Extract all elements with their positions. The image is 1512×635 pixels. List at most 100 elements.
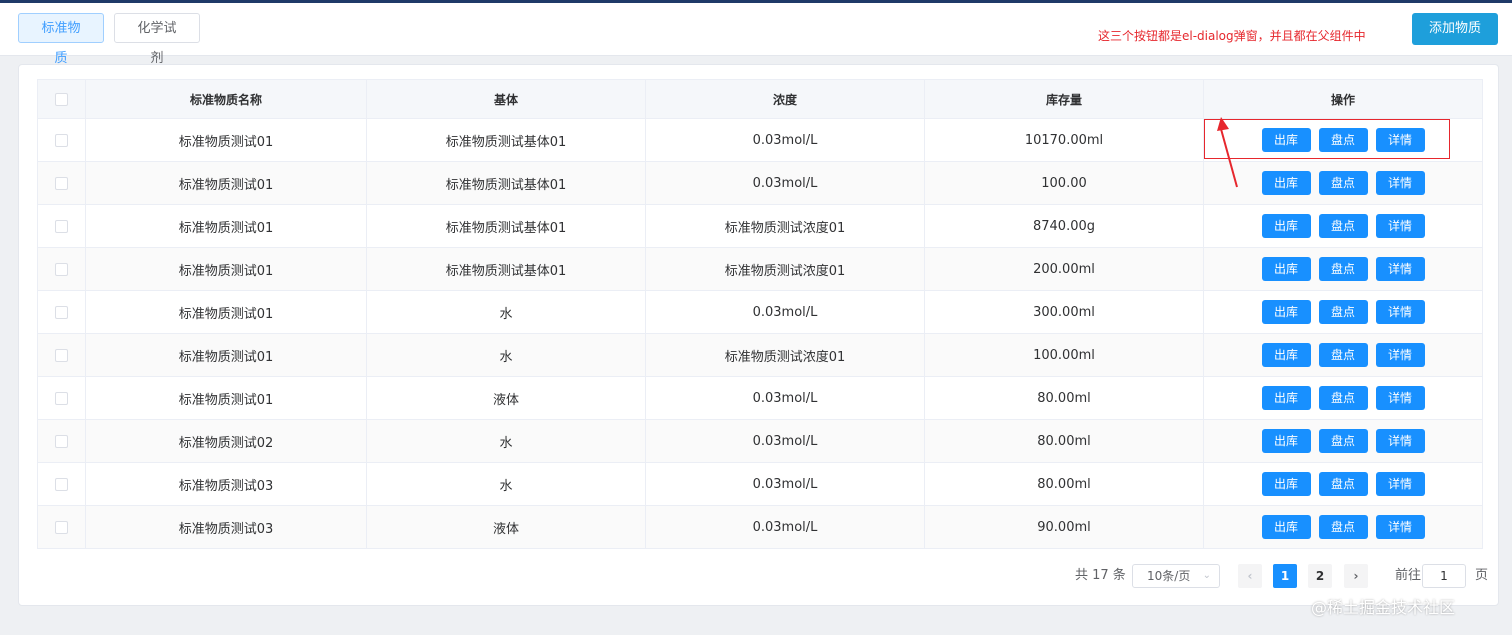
cell-concentration: 0.03mol/L <box>645 161 925 205</box>
details-button[interactable]: 详情 <box>1375 429 1425 453</box>
cell-stock: 90.00ml <box>924 505 1204 549</box>
details-button[interactable]: 详情 <box>1375 472 1425 496</box>
cell-stock: 100.00 <box>924 161 1204 205</box>
cell-actions: 出库 盘点 详情 <box>1203 247 1483 291</box>
page-size-select[interactable]: 10条/页 ⌄ <box>1132 564 1220 588</box>
column-header-name[interactable]: 标准物质名称 <box>85 79 367 119</box>
next-page-button[interactable]: › <box>1344 564 1368 588</box>
cell-stock: 10170.00ml <box>924 118 1204 162</box>
row-checkbox[interactable] <box>55 133 68 147</box>
cell-name: 标准物质测试03 <box>85 462 367 506</box>
checkout-button[interactable]: 出库 <box>1261 429 1311 453</box>
cell-actions: 出库 盘点 详情 <box>1203 376 1483 420</box>
cell-concentration: 0.03mol/L <box>645 376 925 420</box>
checkout-button[interactable]: 出库 <box>1261 472 1311 496</box>
details-button[interactable]: 详情 <box>1375 386 1425 410</box>
table-row: 标准物质测试01 标准物质测试基体01 0.03mol/L 100.00 出库 盘点 详情 <box>37 161 1483 205</box>
tab-chemical-reagent[interactable]: 化学试剂 <box>114 13 200 66</box>
column-header-matrix[interactable]: 基体 <box>366 79 646 119</box>
cell-stock: 200.00ml <box>924 247 1204 291</box>
row-select-cell <box>37 419 86 463</box>
details-button[interactable]: 详情 <box>1375 214 1425 238</box>
cell-name: 标准物质测试01 <box>85 290 367 334</box>
row-checkbox[interactable] <box>55 176 68 190</box>
add-substance-button[interactable]: 添加物质 <box>1412 13 1498 45</box>
details-button[interactable]: 详情 <box>1375 300 1425 324</box>
row-checkbox[interactable] <box>55 434 68 448</box>
inventory-button[interactable]: 盘点 <box>1318 343 1368 367</box>
tab-standard-substance[interactable]: 标准物质 <box>18 13 104 66</box>
table-row: 标准物质测试01 标准物质测试基体01 标准物质测试浓度01 8740.00g 出库 盘点… <box>37 204 1483 248</box>
checkout-button[interactable]: 出库 <box>1261 257 1311 281</box>
table-row: 标准物质测试03 水 0.03mol/L 80.00ml 出库 盘点 详情 <box>37 462 1483 506</box>
select-all-checkbox[interactable] <box>55 93 68 106</box>
inventory-button[interactable]: 盘点 <box>1318 257 1368 281</box>
cell-actions: 出库 盘点 详情 <box>1203 290 1483 334</box>
table-row: 标准物质测试01 水标准物质测试浓度01 100.00ml 出库 盘点 详情 <box>37 333 1483 377</box>
cell-name: 标准物质测试01 <box>85 118 367 162</box>
row-checkbox[interactable] <box>55 391 68 405</box>
cell-concentration: 0.03mol/L <box>645 290 925 334</box>
chevron-left-icon: ‹ <box>1247 569 1253 583</box>
cell-concentration: 标准物质测试浓度01 <box>645 247 925 291</box>
details-button[interactable]: 详情 <box>1375 515 1425 539</box>
column-header-stock[interactable]: 库存量 <box>924 79 1204 119</box>
row-checkbox[interactable] <box>55 262 68 276</box>
inventory-button[interactable]: 盘点 <box>1318 472 1368 496</box>
row-checkbox[interactable] <box>55 477 68 491</box>
table-card: 标准物质名称 基体 浓度 库存量 操作 标准物质测试01 标准物质测试基体01 0.… <box>18 64 1499 606</box>
details-button[interactable]: 详情 <box>1375 257 1425 281</box>
table-row: 标准物质测试01 水 0.03mol/L 300.00ml 出库 盘点 详情 <box>37 290 1483 334</box>
checkout-button[interactable]: 出库 <box>1261 515 1311 539</box>
inventory-button[interactable]: 盘点 <box>1318 515 1368 539</box>
cell-actions: 出库 盘点 详情 <box>1203 505 1483 549</box>
cell-matrix: 液体 <box>366 505 646 549</box>
chevron-right-icon: › <box>1353 569 1359 583</box>
page-suffix-label: 页 <box>1475 568 1489 583</box>
cell-name: 标准物质测试02 <box>85 419 367 463</box>
row-checkbox[interactable] <box>55 219 68 233</box>
page-2-button[interactable]: 2 <box>1308 564 1332 588</box>
checkout-button[interactable]: 出库 <box>1261 300 1311 324</box>
goto-label: 前往 <box>1395 568 1422 583</box>
cell-matrix: 标准物质测试基体01 <box>366 247 646 291</box>
checkout-button[interactable]: 出库 <box>1261 343 1311 367</box>
details-button[interactable]: 详情 <box>1375 171 1425 195</box>
page-1-button[interactable]: 1 <box>1273 564 1297 588</box>
inventory-button[interactable]: 盘点 <box>1318 214 1368 238</box>
row-checkbox[interactable] <box>55 520 68 534</box>
cell-concentration: 0.03mol/L <box>645 462 925 506</box>
cell-matrix: 标准物质测试基体01 <box>366 118 646 162</box>
prev-page-button[interactable]: ‹ <box>1238 564 1262 588</box>
row-select-cell <box>37 290 86 334</box>
table-row: 标准物质测试01 液体 0.03mol/L 80.00ml 出库 盘点 详情 <box>37 376 1483 420</box>
table-row: 标准物质测试02 水 0.03mol/L 80.00ml 出库 盘点 详情 <box>37 419 1483 463</box>
checkout-button[interactable]: 出库 <box>1261 214 1311 238</box>
cell-stock: 80.00ml <box>924 419 1204 463</box>
inventory-button[interactable]: 盘点 <box>1318 429 1368 453</box>
table-row: 标准物质测试01 标准物质测试基体01 标准物质测试浓度01 200.00ml 出库 盘点… <box>37 247 1483 291</box>
row-select-cell <box>37 462 86 506</box>
details-button[interactable]: 详情 <box>1375 343 1425 367</box>
inventory-button[interactable]: 盘点 <box>1318 386 1368 410</box>
cell-name: 标准物质测试01 <box>85 333 367 377</box>
cell-actions: 出库 盘点 详情 <box>1203 419 1483 463</box>
table-row: 标准物质测试03 液体 0.03mol/L 90.00ml 出库 盘点 详情 <box>37 505 1483 549</box>
cell-stock: 300.00ml <box>924 290 1204 334</box>
cell-stock: 80.00ml <box>924 376 1204 420</box>
checkout-button[interactable]: 出库 <box>1261 386 1311 410</box>
checkout-button[interactable]: 出库 <box>1261 171 1311 195</box>
cell-concentration: 标准物质测试浓度01 <box>645 333 925 377</box>
column-header-concentration[interactable]: 浓度 <box>645 79 925 119</box>
row-checkbox[interactable] <box>55 305 68 319</box>
row-checkbox[interactable] <box>55 348 68 362</box>
page-size-value: 10条/页 <box>1147 569 1191 583</box>
goto-page-input[interactable]: 1 <box>1422 564 1466 588</box>
row-select-cell <box>37 204 86 248</box>
inventory-button[interactable]: 盘点 <box>1318 300 1368 324</box>
inventory-button[interactable]: 盘点 <box>1318 171 1368 195</box>
cell-concentration: 标准物质测试浓度01 <box>645 204 925 248</box>
row-select-cell <box>37 161 86 205</box>
cell-name: 标准物质测试01 <box>85 161 367 205</box>
annotation-arrow-icon <box>1217 117 1238 188</box>
